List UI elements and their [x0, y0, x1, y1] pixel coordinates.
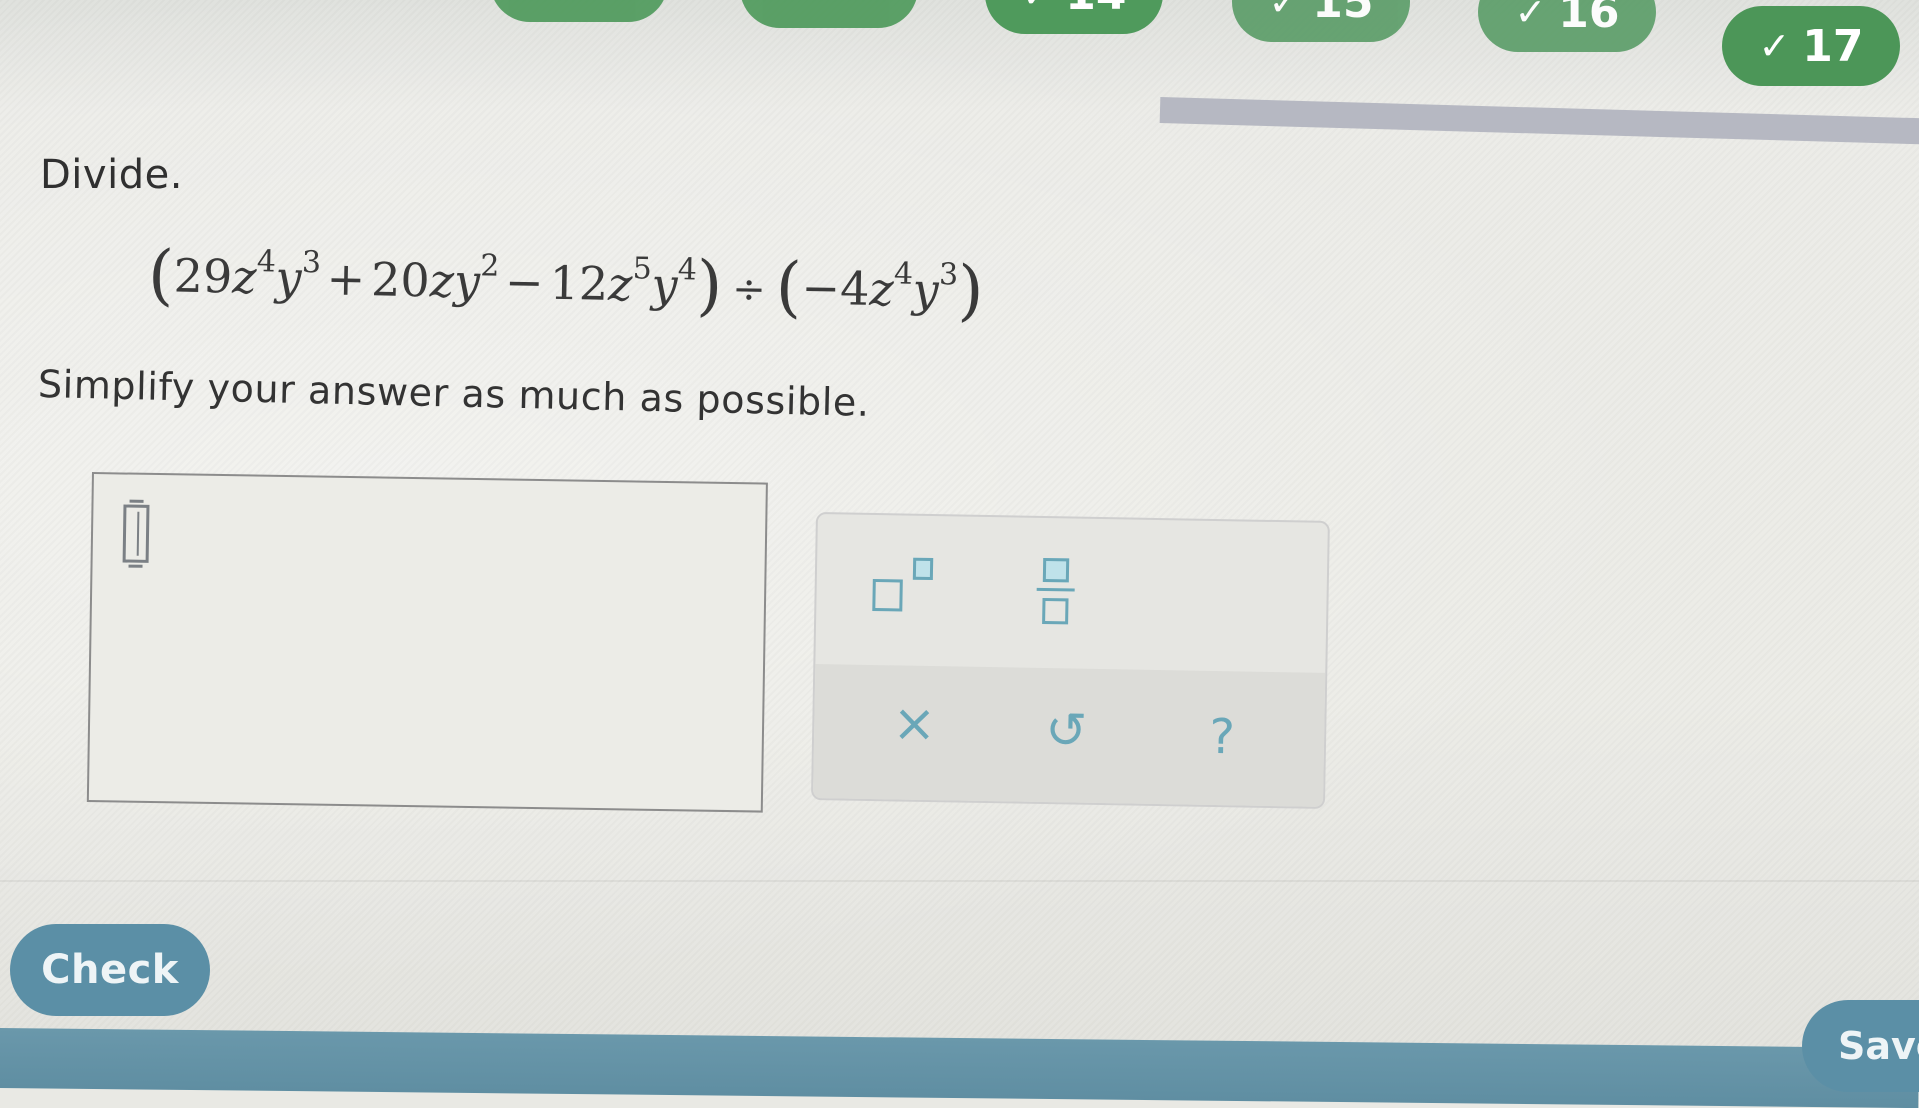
check-icon: ✓ — [1021, 0, 1053, 16]
exponent-power-box — [912, 557, 934, 581]
plus-sign: + — [326, 251, 366, 307]
undo-icon: ↺ — [1044, 701, 1088, 760]
clear-button[interactable]: × — [884, 693, 945, 754]
math-toolbar: × ↺ ? — [810, 512, 1330, 809]
question-navigator: ✓ ✓ ✓ 14 ✓ 15 ✓ 16 ✓ 17 — [0, 0, 1919, 145]
question-pill-13[interactable]: ✓ — [740, 0, 918, 28]
divide-sign: ÷ — [731, 266, 767, 313]
question-pill-14[interactable]: ✓ 14 — [985, 0, 1163, 34]
fraction-button[interactable] — [1032, 556, 1083, 637]
fraction-denominator-box — [1042, 597, 1069, 625]
check-icon: ✓ — [1758, 24, 1791, 68]
question-pill-label: 16 — [1558, 0, 1620, 38]
fraction-icon — [1042, 557, 1070, 583]
check-icon: ✓ — [1514, 0, 1547, 34]
question-prompt: Divide. — [40, 152, 183, 198]
question-pill-label: 15 — [1312, 0, 1374, 28]
divisor-term: −4z4y3 — [801, 256, 959, 318]
question-pill-17[interactable]: ✓ 17 — [1722, 6, 1900, 86]
close-paren: ) — [957, 251, 985, 330]
term-1: 29z4y3 — [173, 244, 322, 305]
fraction-bar — [1036, 587, 1075, 592]
question-pill-label: 17 — [1802, 20, 1864, 72]
exponent-button[interactable] — [868, 555, 949, 626]
question-pill-12[interactable]: ✓ — [490, 0, 668, 22]
question-pill-label: 14 — [1065, 0, 1126, 20]
section-divider — [0, 880, 1919, 882]
check-icon: ✓ — [1268, 0, 1301, 24]
check-icon: ✓ — [807, 0, 839, 10]
minus-sign: − — [504, 254, 545, 310]
check-icon: ✓ — [557, 0, 589, 4]
close-paren: ) — [695, 246, 724, 325]
clear-icon: × — [892, 693, 937, 755]
term-3: 12z5y4 — [549, 251, 698, 313]
help-icon: ? — [1208, 708, 1236, 766]
answer-input[interactable] — [120, 502, 726, 574]
open-paren: ( — [775, 248, 803, 326]
question-instruction: Simplify your answer as much as possible… — [37, 362, 871, 425]
progress-track — [1159, 97, 1919, 145]
bottom-bar — [0, 1028, 1919, 1108]
exponent-icon — [872, 579, 903, 612]
term-2: 20zy2 — [370, 248, 500, 309]
math-expression: (29z4y3 +20zy2−12z5y4) ÷ (−4z4y3) — [147, 236, 984, 329]
undo-button[interactable]: ↺ — [1036, 700, 1097, 761]
question-pill-16[interactable]: ✓ 16 — [1478, 0, 1656, 52]
answer-box[interactable] — [86, 472, 768, 813]
open-paren: ( — [147, 236, 175, 314]
help-button[interactable]: ? — [1192, 707, 1253, 768]
check-button[interactable]: Check — [10, 924, 210, 1016]
save-button[interactable]: Save — [1802, 1000, 1919, 1092]
question-pill-15[interactable]: ✓ 15 — [1232, 0, 1410, 42]
